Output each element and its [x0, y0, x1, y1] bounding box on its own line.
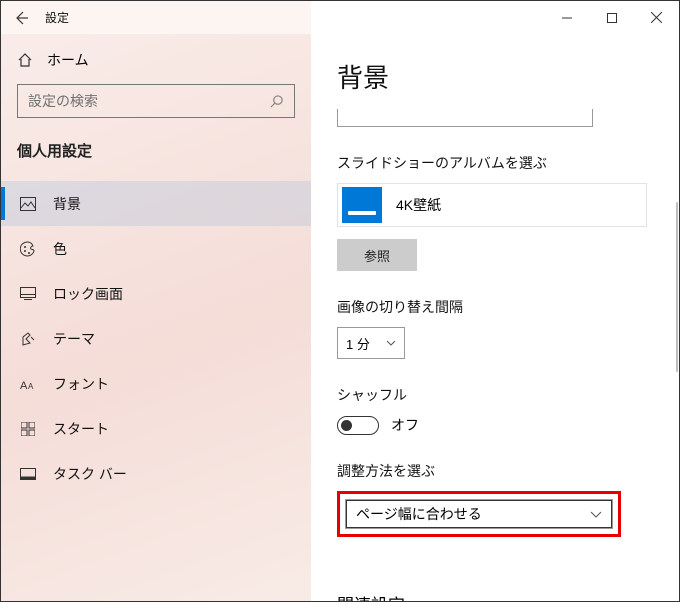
chevron-down-icon — [590, 511, 602, 518]
lockscreen-icon — [20, 287, 36, 300]
related-title: 関連設定 — [337, 591, 649, 601]
fit-select[interactable]: ページ幅に合わせる — [345, 499, 613, 529]
interval-heading: 画像の切り替え間隔 — [337, 297, 649, 317]
sidebar: ホーム 個人用設定 背景 色 ロック画面 テーマ — [1, 34, 311, 601]
album-thumbnail-icon — [342, 187, 382, 223]
window-controls — [544, 4, 679, 32]
chevron-down-icon — [386, 340, 396, 346]
nav-lockscreen[interactable]: ロック画面 — [1, 271, 311, 316]
search-input[interactable] — [28, 93, 269, 109]
album-name: 4K壁紙 — [396, 195, 441, 215]
minimize-icon — [562, 13, 572, 23]
close-button[interactable] — [634, 4, 679, 32]
search-icon — [269, 94, 284, 109]
close-icon — [651, 12, 662, 23]
nav-label: 色 — [53, 239, 67, 259]
album-heading: スライドショーのアルバムを選ぶ — [337, 153, 649, 173]
fit-value: ページ幅に合わせる — [356, 504, 482, 524]
interval-value: 1 分 — [346, 334, 370, 353]
content: 背景 スライドショーのアルバムを選ぶ 4K壁紙 参照 画像の切り替え間隔 1 分… — [311, 34, 679, 601]
maximize-icon — [607, 13, 617, 23]
themes-icon — [20, 331, 36, 347]
taskbar-icon — [20, 468, 36, 480]
nav-list: 背景 色 ロック画面 テーマ AA フォント スタート — [1, 181, 311, 496]
minimize-button[interactable] — [544, 4, 589, 32]
start-icon — [21, 422, 35, 436]
svg-text:A: A — [20, 380, 28, 391]
home-nav[interactable]: ホーム — [17, 42, 295, 78]
page-title: 背景 — [337, 58, 649, 95]
scrollbar-thumb[interactable] — [676, 202, 678, 372]
search-box[interactable] — [17, 84, 295, 118]
picture-icon — [20, 197, 36, 211]
nav-label: ロック画面 — [53, 284, 123, 304]
shuffle-heading: シャッフル — [337, 385, 649, 405]
fonts-icon: AA — [20, 377, 37, 391]
fit-heading: 調整方法を選ぶ — [337, 461, 649, 481]
browse-button[interactable]: 参照 — [337, 239, 417, 271]
nav-colors[interactable]: 色 — [1, 226, 311, 271]
home-label: ホーム — [47, 50, 89, 70]
nav-label: フォント — [53, 374, 109, 394]
nav-themes[interactable]: テーマ — [1, 316, 311, 361]
nav-taskbar[interactable]: タスク バー — [1, 451, 311, 496]
arrow-left-icon — [13, 10, 29, 26]
nav-label: 背景 — [53, 194, 81, 214]
nav-label: スタート — [53, 419, 109, 439]
background-type-dropdown[interactable] — [337, 109, 593, 127]
back-button[interactable] — [1, 1, 41, 34]
home-icon — [17, 52, 33, 68]
fit-highlight: ページ幅に合わせる — [337, 491, 621, 537]
nav-background[interactable]: 背景 — [1, 181, 311, 226]
nav-label: タスク バー — [53, 464, 127, 484]
svg-text:A: A — [28, 382, 34, 391]
interval-select[interactable]: 1 分 — [337, 327, 405, 359]
window-title: 設定 — [45, 9, 69, 26]
nav-start[interactable]: スタート — [1, 406, 311, 451]
album-item[interactable]: 4K壁紙 — [337, 183, 647, 227]
nav-fonts[interactable]: AA フォント — [1, 361, 311, 406]
scrollbar[interactable] — [674, 34, 678, 600]
section-title: 個人用設定 — [17, 140, 295, 161]
shuffle-state: オフ — [391, 415, 419, 435]
shuffle-toggle[interactable] — [337, 416, 379, 435]
palette-icon — [20, 241, 36, 257]
maximize-button[interactable] — [589, 4, 634, 32]
nav-label: テーマ — [53, 329, 95, 349]
titlebar: 設定 — [1, 1, 679, 34]
